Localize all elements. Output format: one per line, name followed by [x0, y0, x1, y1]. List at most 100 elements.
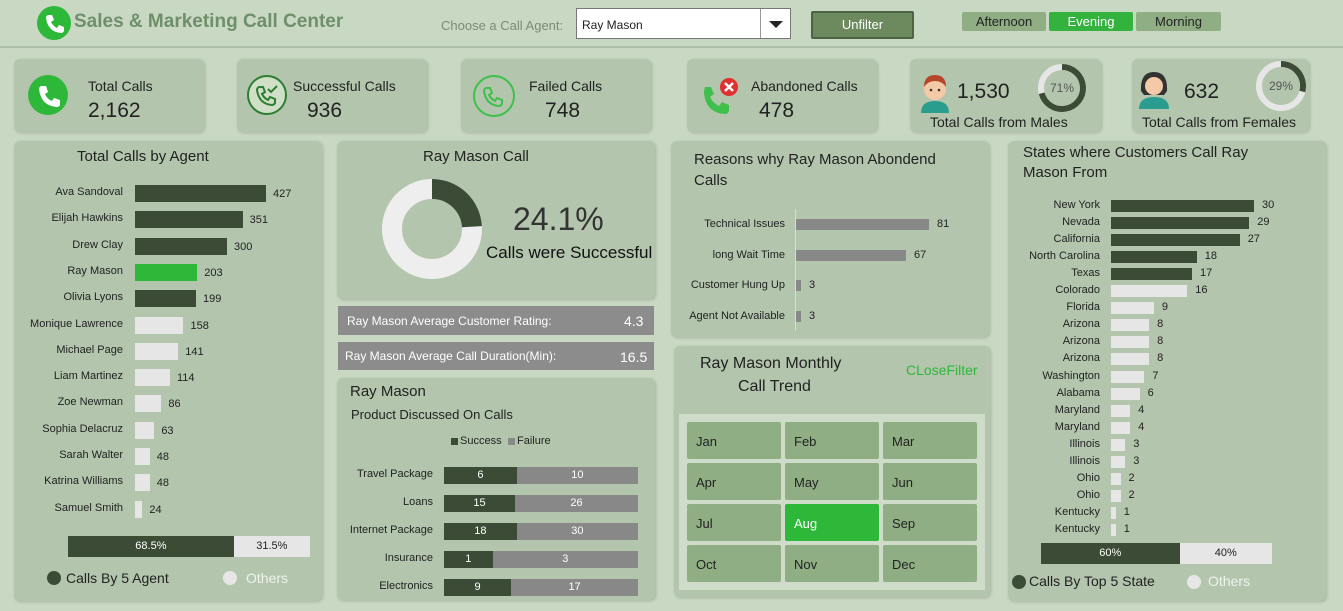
page-title: Sales & Marketing Call Center: [74, 11, 344, 32]
state-bar-label: Kentucky: [1054, 505, 1100, 518]
males-value: 1,530: [957, 80, 1010, 103]
agent-bar-value: 63: [161, 424, 174, 437]
rating-row: Ray Mason Average Customer Rating: 4.3: [338, 306, 654, 335]
state-bar: [1111, 268, 1193, 281]
agents-split-others: 31.5%: [233, 536, 310, 557]
product-panel: Ray Mason Product Discussed On Calls Suc…: [337, 378, 655, 600]
legend-states-label: Calls By Top 5 State: [1029, 573, 1155, 589]
month-aug[interactable]: Aug: [785, 504, 879, 541]
legend-dot-others: [223, 571, 237, 585]
state-bar-label: Washington: [1042, 369, 1100, 382]
state-bar-label: North Carolina: [1029, 250, 1100, 263]
state-bar: [1111, 421, 1131, 434]
kpi-abandoned-calls: Abandoned Calls 478: [687, 59, 877, 132]
agent-bar: [135, 395, 162, 413]
reason-bar-value: 81: [937, 218, 950, 230]
slicer-evening[interactable]: Evening: [1049, 12, 1133, 31]
agent-bar-value: 48: [156, 451, 169, 463]
agent-bar-label: Drew Clay: [72, 238, 123, 251]
legend-dot-states-others: [1187, 575, 1201, 589]
state-bar-label: New York: [1053, 199, 1100, 211]
month-dec[interactable]: Dec: [883, 545, 977, 582]
agents-split-right-label: 31.5%: [256, 540, 288, 552]
month-nov[interactable]: Nov: [785, 545, 879, 582]
chevron-down-icon[interactable]: [760, 9, 790, 38]
slicer-morning[interactable]: Morning: [1136, 12, 1221, 31]
agent-select[interactable]: Ray Mason: [576, 8, 791, 39]
state-bar-value: 1: [1123, 505, 1130, 518]
product-bar-label: Travel Package: [356, 468, 433, 480]
reason-bar-label: Agent Not Available: [689, 310, 785, 323]
product-failure-bar: 17: [511, 579, 638, 596]
legend-dot-agents: [47, 571, 61, 585]
month-jul[interactable]: Jul: [687, 504, 781, 541]
month-oct[interactable]: Oct: [687, 545, 781, 582]
rating-value: 4.3: [624, 313, 644, 329]
agent-bar-value: 427: [273, 188, 292, 200]
success-pct: 24.1%: [513, 201, 604, 237]
males-label: Total Calls from Males: [930, 114, 1068, 130]
state-bar-value: 18: [1204, 250, 1218, 263]
state-bar: [1111, 438, 1126, 451]
month-jun[interactable]: Jun: [883, 463, 977, 500]
failed-calls-label: Failed Calls: [529, 78, 603, 94]
phone-outline-icon: [473, 75, 515, 117]
state-bar-label: Ohio: [1076, 488, 1100, 501]
abandoned-calls-value: 478: [759, 99, 795, 122]
agent-select-label: Choose a Call Agent:: [441, 18, 564, 33]
unfilter-button[interactable]: Unfilter: [811, 11, 914, 39]
kpi-successful-calls: Successful Calls 936: [237, 59, 427, 132]
success-caption: Calls were Successful: [486, 243, 653, 262]
agents-split-left-label: 68.5%: [135, 540, 167, 552]
agent-bar-value: 158: [190, 319, 209, 332]
monthly-title-line2: Call Trend: [738, 378, 811, 395]
agent-bar-value: 203: [204, 266, 223, 279]
reason-bar-value: 3: [809, 279, 816, 292]
female-avatar-icon: [1136, 69, 1172, 111]
agent-bar-label: Monique Lawrence: [30, 317, 123, 330]
month-jan[interactable]: Jan: [687, 422, 781, 459]
state-bar: [1111, 234, 1240, 247]
kpi-females: 632 29% Total Calls from Females: [1132, 59, 1309, 132]
state-bar-value: 4: [1138, 403, 1145, 416]
month-sep[interactable]: Sep: [883, 504, 977, 541]
duration-label: Ray Mason Average Call Duration(Min):: [345, 349, 557, 363]
product-failure-bar: 3: [492, 551, 638, 568]
state-bar-label: Ohio: [1076, 471, 1100, 484]
agents-bar-chart: Ava Sandoval 427 Elijah Hawkins 351 Drew Cla…: [14, 141, 322, 531]
monthly-panel: Ray Mason Monthly Call Trend CLoseFilter…: [674, 346, 990, 597]
agent-bar: [135, 448, 150, 465]
state-bar: [1111, 404, 1131, 417]
females-label: Total Calls from Females: [1142, 114, 1297, 130]
agent-bar: [135, 500, 143, 518]
reason-bar-label: Customer Hung Up: [690, 279, 785, 292]
header-divider: [0, 46, 1343, 48]
legend-others-label: Others: [246, 570, 289, 586]
month-mar[interactable]: Mar: [883, 422, 977, 459]
product-success-bar: 1: [444, 551, 493, 568]
month-may[interactable]: May: [785, 463, 879, 500]
state-bar-value: 4: [1138, 420, 1145, 433]
females-value: 632: [1184, 80, 1220, 103]
slicer-afternoon[interactable]: Afternoon: [962, 12, 1046, 31]
agent-bar: [135, 263, 198, 281]
successful-calls-value: 936: [307, 99, 343, 122]
reason-bar-label: Technical Issues: [704, 218, 785, 230]
phone-check-icon: [247, 75, 287, 115]
close-filter-link[interactable]: CLoseFilter: [906, 362, 978, 378]
month-apr[interactable]: Apr: [687, 463, 781, 500]
state-bar: [1111, 523, 1116, 536]
state-bar: [1111, 319, 1150, 332]
state-bar-label: Florida: [1066, 301, 1100, 314]
male-avatar-icon: [918, 71, 952, 113]
failed-calls-value: 748: [545, 99, 581, 122]
legend-dot-states: [1012, 575, 1026, 589]
product-success-bar: 9: [444, 579, 512, 596]
product-success-bar: 6: [444, 467, 517, 484]
state-bar-label: California: [1053, 233, 1100, 246]
header-logo-phone-icon: [37, 6, 71, 40]
kpi-total-calls: Total Calls 2,162: [14, 59, 204, 132]
month-feb[interactable]: Feb: [785, 422, 879, 459]
state-bar-value: 3: [1133, 454, 1140, 467]
successful-calls-label: Successful Calls: [293, 78, 396, 94]
